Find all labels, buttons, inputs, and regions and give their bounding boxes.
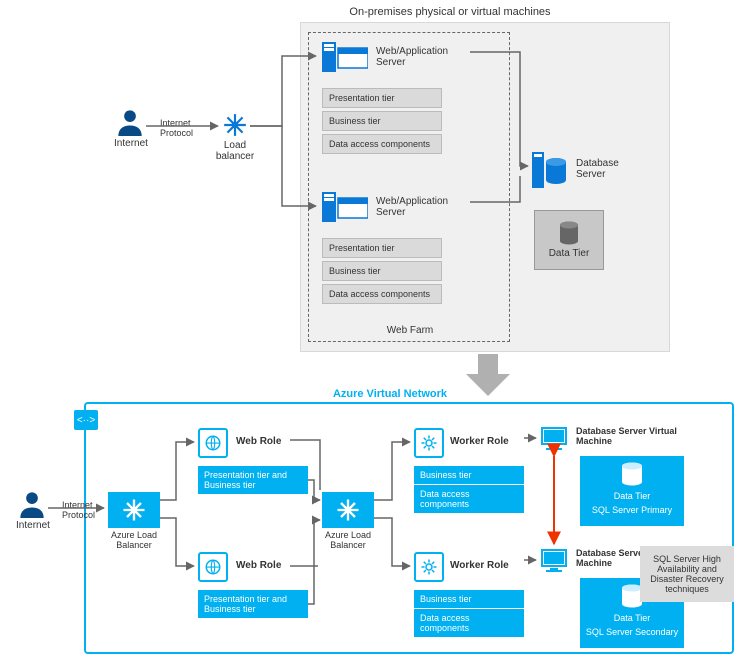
internet-label: Internet <box>108 138 154 149</box>
data-tier-label: Data Tier <box>580 613 684 623</box>
server-icon <box>322 42 368 72</box>
data-tier-label: Data Tier <box>549 248 590 259</box>
sql-primary-label: SQL Server Primary <box>580 505 684 515</box>
tier-stack: Presentation tier Business tier Data acc… <box>322 88 442 157</box>
azure-load-balancer-icon <box>108 492 160 528</box>
azure-vnet-title: Azure Virtual Network <box>310 388 470 400</box>
user-icon <box>18 490 46 518</box>
azure-load-balancer-label: Azure Load Balancer <box>320 530 376 550</box>
virtual-machine-icon <box>540 426 568 450</box>
web-role-label: Web Role <box>236 436 281 447</box>
worker-role-tier: Business tier Data access components <box>414 466 524 513</box>
cylinder-icon <box>559 221 579 245</box>
data-tier-box: Data Tier <box>534 210 604 270</box>
sql-secondary-label: SQL Server Secondary <box>580 627 684 637</box>
worker-role-tier: Business tier Data access components <box>414 590 524 637</box>
data-access-label: Data access components <box>414 609 524 637</box>
webfarm-label: Web Farm <box>340 325 480 336</box>
hadr-label: SQL Server High Availability and Disaste… <box>644 554 730 594</box>
business-tier-label: Business tier <box>414 590 524 609</box>
db-vm-label: Database Server Virtual Machine <box>576 426 686 446</box>
data-access-label: Data access components <box>322 284 442 304</box>
cylinder-icon <box>621 462 643 486</box>
internet-protocol-label: Internet Protocol <box>62 500 110 520</box>
presentation-tier-label: Presentation tier <box>322 88 442 108</box>
virtual-machine-icon <box>540 548 568 572</box>
vnet-icon: <··> <box>74 410 98 430</box>
worker-role-icon <box>414 428 444 458</box>
load-balancer-label: Load balancer <box>210 140 260 162</box>
worker-role-label: Worker Role <box>450 560 509 571</box>
web-role-icon <box>198 428 228 458</box>
web-role-tier: Presentation tier and Business tier <box>198 590 308 618</box>
azure-load-balancer-label: Azure Load Balancer <box>106 530 162 550</box>
data-tier-label: Data Tier <box>580 491 684 501</box>
server-icon <box>322 192 368 222</box>
business-tier-label: Business tier <box>414 466 524 485</box>
web-app-server-label: Web/Application Server <box>376 196 476 218</box>
user-icon <box>116 108 144 136</box>
web-app-server-label: Web/Application Server <box>376 46 476 68</box>
data-access-label: Data access components <box>322 134 442 154</box>
web-role-icon <box>198 552 228 582</box>
sql-primary-box: Data Tier SQL Server Primary <box>580 456 684 526</box>
internet-protocol-label: Internet Protocol <box>160 118 208 138</box>
azure-load-balancer-icon <box>322 492 374 528</box>
internet-label: Internet <box>10 520 56 531</box>
business-tier-label: Business tier <box>322 261 442 281</box>
data-access-label: Data access components <box>414 485 524 513</box>
presentation-business-tier-label: Presentation tier and Business tier <box>198 466 308 494</box>
business-tier-label: Business tier <box>322 111 442 131</box>
database-server-label: Database Server <box>576 158 646 180</box>
hadr-note: SQL Server High Availability and Disaste… <box>640 546 734 602</box>
web-role-tier: Presentation tier and Business tier <box>198 466 308 494</box>
onprem-title: On-premises physical or virtual machines <box>300 6 600 18</box>
tier-stack: Presentation tier Business tier Data acc… <box>322 238 442 307</box>
presentation-tier-label: Presentation tier <box>322 238 442 258</box>
worker-role-icon <box>414 552 444 582</box>
load-balancer-icon <box>222 112 248 138</box>
presentation-business-tier-label: Presentation tier and Business tier <box>198 590 308 618</box>
database-server-icon <box>532 152 568 188</box>
worker-role-label: Worker Role <box>450 436 509 447</box>
web-role-label: Web Role <box>236 560 281 571</box>
